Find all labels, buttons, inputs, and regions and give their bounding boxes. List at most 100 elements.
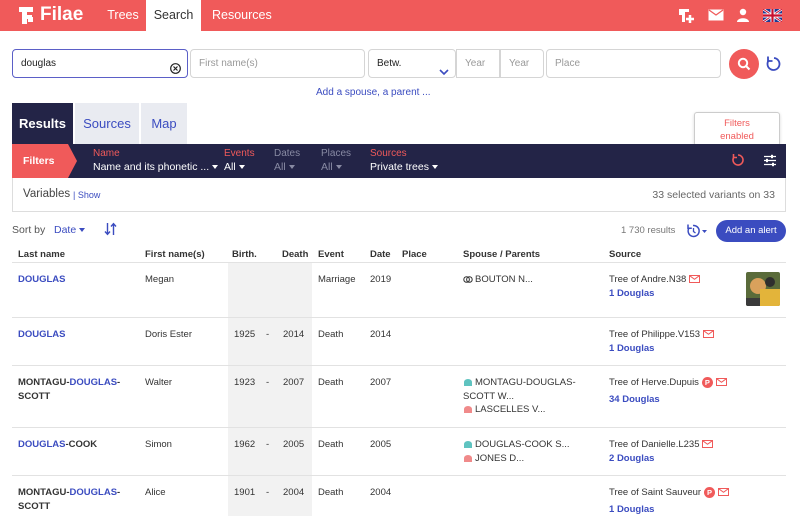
death-year: 2014 [283,329,305,340]
person-photo-thumbnail[interactable] [746,272,780,306]
birth-year: 1925 [234,329,256,340]
tab-map[interactable]: Map [141,103,187,144]
message-icon[interactable] [718,488,730,497]
filter-dates[interactable]: Dates All [274,148,300,174]
first-name: Walter [145,377,173,388]
first-name: Megan [145,274,175,285]
spouse-link[interactable]: BOUTON N... [463,273,533,287]
filter-name[interactable]: Name Name and its phonetic ... [93,148,219,174]
death-year: 2007 [283,377,305,388]
clear-icon[interactable] [170,58,181,85]
filters-bar: Filters Name Name and its phonetic ... E… [12,144,786,178]
first-name: Doris Ester [145,329,192,340]
nav-resources[interactable]: Resources [212,0,272,31]
source-tree[interactable]: Tree of Herve.Dupuis P [609,376,727,390]
add-spouse-link[interactable]: Add a spouse, a parent ... [316,87,431,98]
nav-search[interactable]: Search [146,0,201,31]
col-death[interactable]: Death [282,249,308,260]
first-name-input[interactable]: First name(s) [190,49,365,78]
reset-search-icon[interactable] [765,55,783,73]
tab-sources[interactable]: Sources [75,103,139,144]
reset-filters-icon[interactable] [731,153,745,170]
col-date[interactable]: Date [370,249,391,260]
mail-icon[interactable] [706,6,726,24]
results-count: 1 730 results [621,225,676,236]
first-name: Simon [145,439,172,450]
last-name[interactable]: DOUGLAS [18,273,66,287]
event: Death [318,329,344,340]
variants-count: 33 selected variants on 33 [652,189,775,201]
col-source[interactable]: Source [609,249,641,260]
sort-order-icon[interactable] [104,222,117,239]
occurrences-link[interactable]: 1 Douglas [609,287,654,301]
year-from-input[interactable]: Year [456,49,500,78]
message-icon[interactable] [702,440,714,449]
source-tree[interactable]: Tree of Andre.N38 [609,273,701,287]
col-first-names[interactable]: First name(s) [145,249,205,260]
filter-places[interactable]: Places All [321,148,351,174]
event: Marriage [318,274,356,285]
event: Death [318,377,344,388]
col-place[interactable]: Place [402,249,427,260]
father-link[interactable]: MONTAGU-DOUGLAS- SCOTT W... [463,376,576,404]
history-icon[interactable] [686,224,708,241]
caret-down-icon [212,165,219,170]
user-icon[interactable] [733,6,753,24]
birth-year: 1962 [234,439,256,450]
year-to-input[interactable]: Year [500,49,544,78]
row-divider [12,427,786,428]
last-name[interactable]: MONTAGU-DOUGLAS- SCOTT [18,486,120,514]
occurrences-link[interactable]: 34 Douglas [609,393,660,407]
filter-settings-icon[interactable] [763,154,777,170]
source-tree[interactable]: Tree of Danielle.L235 [609,438,714,452]
event: Death [318,439,344,450]
sort-label: Sort by [12,224,46,236]
message-icon[interactable] [689,275,701,284]
last-name-input[interactable]: douglas [12,49,188,78]
search-button[interactable] [729,49,759,79]
message-icon[interactable] [715,378,727,387]
tab-results[interactable]: Results [12,103,73,144]
col-spouse-parents[interactable]: Spouse / Parents [463,249,540,260]
last-name[interactable]: DOUGLAS-COOK [18,438,97,452]
nav-trees[interactable]: Trees [101,0,145,31]
source-tree[interactable]: Tree of Saint Sauveur P [609,486,730,500]
event: Death [318,487,344,498]
filae-logo[interactable]: Filae [16,4,83,26]
caret-down-icon [238,165,245,170]
date-dash: - [266,439,270,450]
col-event[interactable]: Event [318,249,344,260]
top-nav: Filae Trees Search Resources [0,0,800,31]
occurrences-link[interactable]: 1 Douglas [609,503,654,516]
last-name[interactable]: MONTAGU-DOUGLAS- SCOTT [18,376,120,404]
occurrences-link[interactable]: 1 Douglas [609,342,654,356]
mother-link[interactable]: LASCELLES V... [463,403,545,417]
place-input[interactable]: Place [546,49,721,78]
rings-icon [463,276,473,284]
last-name[interactable]: DOUGLAS [18,328,66,342]
col-birth[interactable]: Birth. [232,249,257,260]
source-tree[interactable]: Tree of Philippe.V153 [609,328,715,342]
birth-year: 1901 [234,487,256,498]
period-select[interactable]: Betw. [368,49,456,78]
sort-select[interactable]: Date [54,224,86,236]
mother-link[interactable]: JONES D... [463,452,524,466]
filter-sources[interactable]: Sources Private trees [370,148,438,174]
death-year: 2005 [283,439,305,450]
mother-icon [464,405,472,413]
add-alert-button[interactable]: Add an alert [716,220,786,242]
occurrences-link[interactable]: 2 Douglas [609,452,654,466]
death-year: 2004 [283,487,305,498]
row-divider [12,317,786,318]
premium-badge: P [704,486,716,498]
father-link[interactable]: DOUGLAS-COOK S... [463,438,570,452]
event-date: 2007 [370,377,392,388]
filter-events[interactable]: Events All [224,148,255,174]
caret-down-icon [335,165,342,170]
language-flag-icon[interactable] [762,6,782,24]
add-tree-icon[interactable] [676,6,696,24]
caret-down-icon [79,228,86,233]
message-icon[interactable] [703,330,715,339]
col-last-name[interactable]: Last name [18,249,65,260]
variables-show-link[interactable]: | Show [73,190,100,200]
